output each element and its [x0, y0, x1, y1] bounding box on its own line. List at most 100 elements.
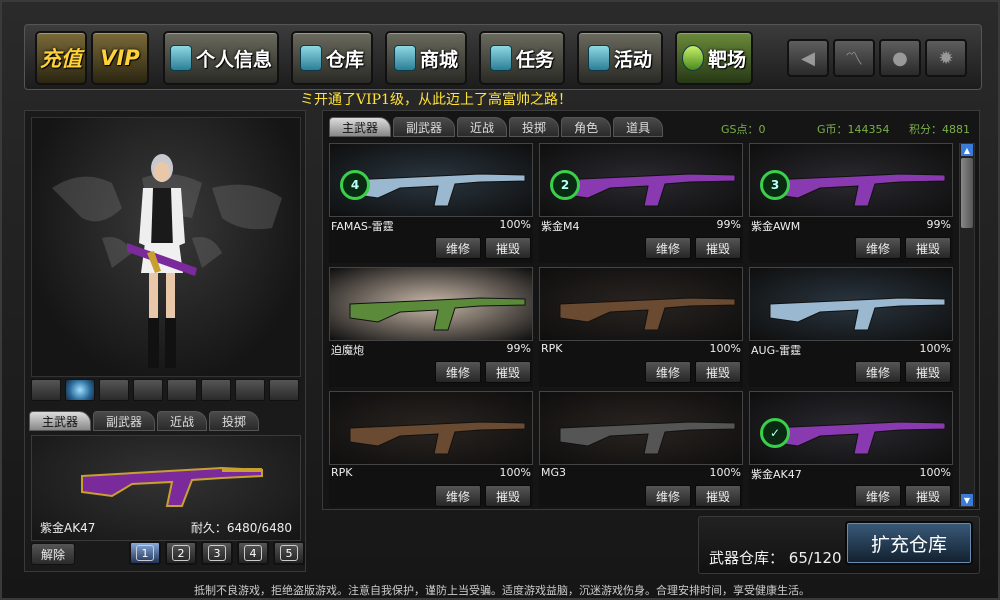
- range-icon: [681, 45, 704, 71]
- nav-button-1[interactable]: 个人信息: [163, 31, 279, 85]
- announcement-ticker: ミ开通了VIP1级，从此迈上了高富帅之路！: [300, 92, 572, 108]
- warehouse-icon: [299, 45, 322, 71]
- nav-button-2[interactable]: 仓库: [291, 31, 373, 85]
- unequip-button[interactable]: 解除: [31, 543, 75, 565]
- destroy-button[interactable]: 摧毁: [695, 485, 741, 507]
- equipment-slot[interactable]: [31, 379, 61, 401]
- tab-primary-weapons[interactable]: 主武器: [329, 117, 392, 137]
- left-slot-tabs: 主武器 副武器 近战 投掷: [29, 411, 261, 431]
- repair-button[interactable]: 维修: [855, 485, 901, 507]
- equipment-slot[interactable]: [235, 379, 265, 401]
- equipment-slot[interactable]: [201, 379, 231, 401]
- vip-button[interactable]: VIP: [91, 31, 149, 85]
- repair-button[interactable]: 维修: [645, 361, 691, 383]
- nav-button-label: 任务: [515, 48, 554, 71]
- settings-gear-icon[interactable]: ✹: [925, 39, 967, 77]
- weapon-card[interactable]: 4 FAMAS-雷霆 100% 维修 摧毁: [329, 143, 533, 263]
- capacity-value: 65/120: [788, 549, 842, 567]
- destroy-button[interactable]: 摧毁: [905, 361, 951, 383]
- weapon-durability-percent: 100%: [919, 466, 951, 479]
- chart-icon[interactable]: 〽: [833, 39, 875, 77]
- nav-button-label: 仓库: [325, 48, 364, 71]
- equipment-slot[interactable]: [65, 379, 95, 401]
- scroll-thumb[interactable]: [961, 158, 973, 228]
- loadout-page-number: 5: [280, 545, 298, 561]
- upgrade-level-badge: 3: [760, 170, 790, 200]
- expand-warehouse-button[interactable]: 扩充仓库: [845, 521, 973, 565]
- tab-melee-weapons[interactable]: 近战: [457, 117, 508, 137]
- weapon-card[interactable]: AUG-雷霆 100% 维修 摧毁: [749, 267, 953, 387]
- weapon-card[interactable]: RPK 100% 维修 摧毁: [329, 391, 533, 507]
- equipped-weapon-card[interactable]: 紫金AK47 耐久：6480/6480: [31, 435, 301, 541]
- weapon-card[interactable]: RPK 100% 维修 摧毁: [539, 267, 743, 387]
- character-preview: [31, 117, 301, 377]
- equipment-slot[interactable]: [167, 379, 197, 401]
- tab-secondary[interactable]: 副武器: [93, 411, 156, 431]
- repair-button[interactable]: 维修: [855, 237, 901, 259]
- vip-label: VIP: [100, 46, 140, 70]
- nav-button-4[interactable]: 任务: [479, 31, 565, 85]
- repair-button[interactable]: 维修: [435, 237, 481, 259]
- weapon-durability-percent: 100%: [709, 342, 741, 355]
- tab-items[interactable]: 道具: [613, 117, 664, 137]
- destroy-button[interactable]: 摧毁: [485, 485, 531, 507]
- back-arrow-icon[interactable]: ◀: [787, 39, 829, 77]
- scroll-down-icon[interactable]: ▼: [961, 494, 973, 506]
- repair-button[interactable]: 维修: [645, 237, 691, 259]
- nav-button-5[interactable]: 活动: [577, 31, 663, 85]
- repair-button[interactable]: 维修: [645, 485, 691, 507]
- tab-throwing[interactable]: 投掷: [209, 411, 260, 431]
- equipment-slot[interactable]: [269, 379, 299, 401]
- medal-icon[interactable]: ●: [879, 39, 921, 77]
- g-coins: G币：144354: [817, 123, 890, 136]
- destroy-button[interactable]: 摧毁: [905, 485, 951, 507]
- gs-points: GS点：0: [721, 123, 766, 136]
- scroll-up-icon[interactable]: ▲: [961, 144, 973, 156]
- equipment-slot[interactable]: [99, 379, 129, 401]
- repair-button[interactable]: 维修: [855, 361, 901, 383]
- weapon-durability-percent: 100%: [919, 342, 951, 355]
- tab-secondary-weapons[interactable]: 副武器: [393, 117, 456, 137]
- loadout-page-button[interactable]: 5: [273, 541, 305, 565]
- loadout-page-button[interactable]: 3: [201, 541, 233, 565]
- weapon-card[interactable]: 2 紫金M4 99% 维修 摧毁: [539, 143, 743, 263]
- score-points: 积分：4881: [909, 123, 970, 136]
- tab-primary[interactable]: 主武器: [29, 411, 92, 431]
- repair-button[interactable]: 维修: [435, 361, 481, 383]
- health-notice-footer: 抵制不良游戏，拒绝盗版游戏。注意自我保护，谨防上当受骗。适度游戏益脑，沉迷游戏伤…: [194, 584, 810, 597]
- tab-characters[interactable]: 角色: [561, 117, 612, 137]
- weapon-durability-percent: 99%: [926, 218, 951, 231]
- recharge-button[interactable]: 充值: [35, 31, 87, 85]
- destroy-button[interactable]: 摧毁: [905, 237, 951, 259]
- nav-button-6[interactable]: 靶场: [675, 31, 753, 85]
- loadout-page-button[interactable]: 4: [237, 541, 269, 565]
- weapon-name: AUG-雷霆: [751, 344, 802, 357]
- weapon-card[interactable]: MG3 100% 维修 摧毁: [539, 391, 743, 507]
- equipped-weapon-durability: 耐久：6480/6480: [190, 521, 292, 535]
- loadout-page-button[interactable]: 2: [165, 541, 197, 565]
- nav-button-3[interactable]: 商城: [385, 31, 467, 85]
- equipment-slot[interactable]: [133, 379, 163, 401]
- repair-button[interactable]: 维修: [435, 485, 481, 507]
- weapon-card[interactable]: ✓ 紫金AK47 100% 维修 摧毁: [749, 391, 953, 507]
- nav-button-label: 商城: [419, 48, 458, 71]
- loadout-page-number: 1: [136, 545, 154, 561]
- loadout-page-button[interactable]: 1: [129, 541, 161, 565]
- weapon-image: [539, 267, 743, 341]
- profile-icon: [169, 45, 192, 71]
- destroy-button[interactable]: 摧毁: [485, 237, 531, 259]
- weapon-image: [749, 267, 953, 341]
- warehouse-panel: 主武器 副武器 近战 投掷 角色 道具 GS点：0 G币：144354 积分：4…: [322, 110, 980, 510]
- destroy-button[interactable]: 摧毁: [695, 237, 741, 259]
- warehouse-scrollbar[interactable]: ▲ ▼: [959, 143, 975, 507]
- tab-throwing-weapons[interactable]: 投掷: [509, 117, 560, 137]
- weapon-durability-percent: 100%: [499, 218, 531, 231]
- weapon-image: 2: [539, 143, 743, 217]
- destroy-button[interactable]: 摧毁: [695, 361, 741, 383]
- tab-melee[interactable]: 近战: [157, 411, 208, 431]
- character-model: [127, 154, 197, 368]
- weapon-card[interactable]: 3 紫金AWM 99% 维修 摧毁: [749, 143, 953, 263]
- weapon-card[interactable]: 迫魔炮 99% 维修 摧毁: [329, 267, 533, 387]
- weapon-name: RPK: [331, 466, 353, 479]
- destroy-button[interactable]: 摧毁: [485, 361, 531, 383]
